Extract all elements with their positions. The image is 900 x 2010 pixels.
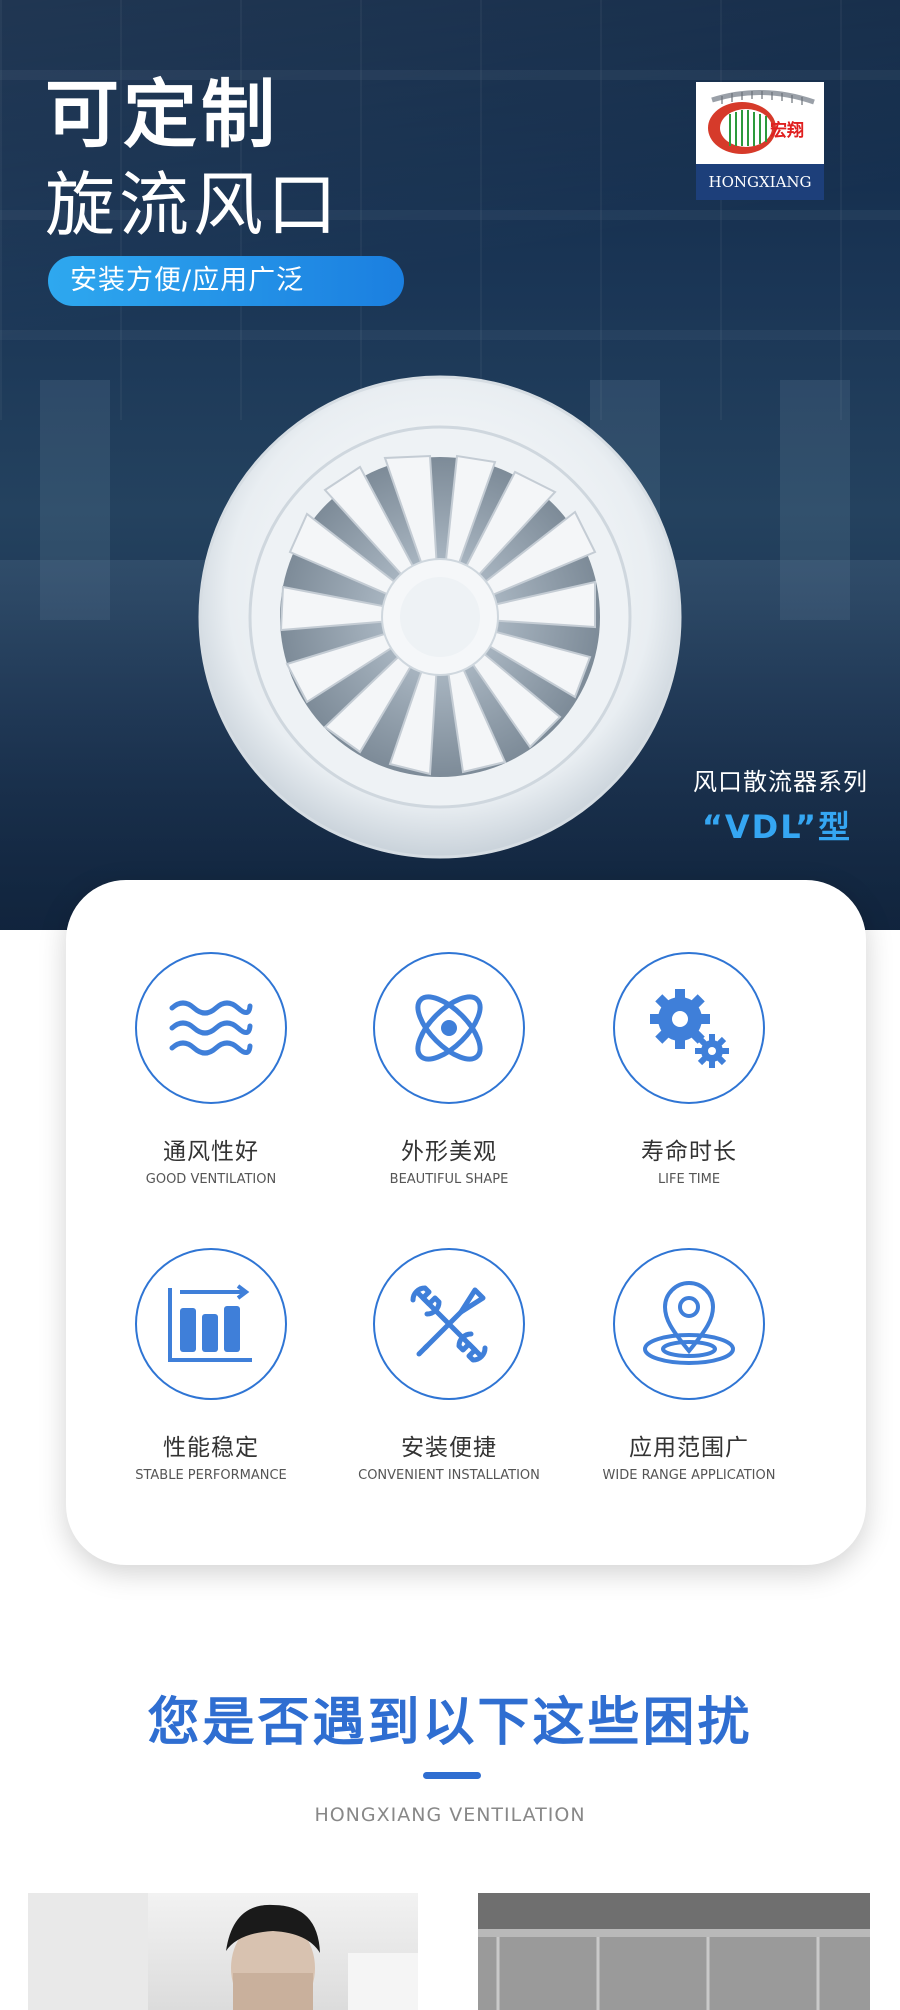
feature-item: 寿命时长 LIFE TIME [559, 952, 819, 1187]
feature-icon-circle [373, 1248, 525, 1400]
problem-photo-ceiling [478, 1893, 870, 2010]
problem-photo-person [28, 1893, 418, 2010]
swirl-diffuser-image [198, 375, 682, 859]
feature-icon-circle [373, 952, 525, 1104]
bar-chart-icon [168, 1284, 252, 1362]
feature-title: 性能稳定 [163, 1435, 259, 1461]
feature-title: 安装便捷 [401, 1435, 497, 1461]
section-subtitle: HONGXIANG VENTILATION [314, 1804, 586, 1826]
feature-icon-circle [135, 1248, 287, 1400]
tools-icon [410, 1285, 488, 1363]
feature-icon-circle [135, 952, 287, 1104]
ceiling-photo-illustration [478, 1893, 870, 2010]
feature-subtitle: WIDE RANGE APPLICATION [602, 1468, 776, 1483]
feature-icon-circle [613, 1248, 765, 1400]
feature-item: 外形美观 BEAUTIFUL SHAPE [319, 952, 579, 1187]
feature-item: 安装便捷 CONVENIENT INSTALLATION [319, 1248, 579, 1483]
waves-icon [169, 1000, 253, 1056]
person-photo-illustration [28, 1893, 418, 2010]
feature-subtitle: BEAUTIFUL SHAPE [389, 1172, 509, 1187]
hero-title-line1: 可定制 [45, 72, 279, 158]
brand-logo: 宏翔 HONGXIANG [696, 82, 824, 200]
logo-brand-cn: 宏翔 [770, 121, 804, 141]
feature-icon-circle [613, 952, 765, 1104]
hero-title-line2: 旋流风口 [45, 164, 341, 246]
atom-icon [415, 994, 483, 1062]
features-card: 通风性好 GOOD VENTILATION 外形美观 BEAUTIFUL SHA… [66, 880, 866, 1565]
feature-subtitle: STABLE PERFORMANCE [135, 1468, 287, 1483]
product-series-label: 风口散流器系列 [693, 768, 868, 796]
section-title: 您是否遇到以下这些困扰 [147, 1693, 753, 1753]
feature-title: 寿命时长 [641, 1139, 737, 1165]
logo-brand-en: HONGXIANG [696, 164, 824, 200]
feature-subtitle: LIFE TIME [657, 1172, 721, 1187]
feature-title: 通风性好 [163, 1139, 259, 1165]
hero-banner: 可定制 旋流风口 安装方便/应用广泛 宏翔 HONGXIANG 风口散流器系列 … [0, 0, 900, 930]
gears-icon [650, 989, 729, 1068]
section-divider [423, 1772, 481, 1779]
feature-title: 应用范围广 [629, 1435, 749, 1461]
feature-title: 外形美观 [401, 1139, 497, 1165]
feature-item: 应用范围广 WIDE RANGE APPLICATION [559, 1248, 819, 1483]
feature-subtitle: CONVENIENT INSTALLATION [358, 1468, 540, 1483]
hero-tagline-pill: 安装方便/应用广泛 [48, 256, 404, 306]
feature-item: 通风性好 GOOD VENTILATION [81, 952, 341, 1187]
feature-item: 性能稳定 STABLE PERFORMANCE [81, 1248, 341, 1483]
location-pin-icon [643, 1281, 735, 1365]
feature-subtitle: GOOD VENTILATION [145, 1172, 277, 1187]
ceiling-beam [0, 330, 900, 340]
product-model-label: “VDL”型 [701, 808, 852, 846]
